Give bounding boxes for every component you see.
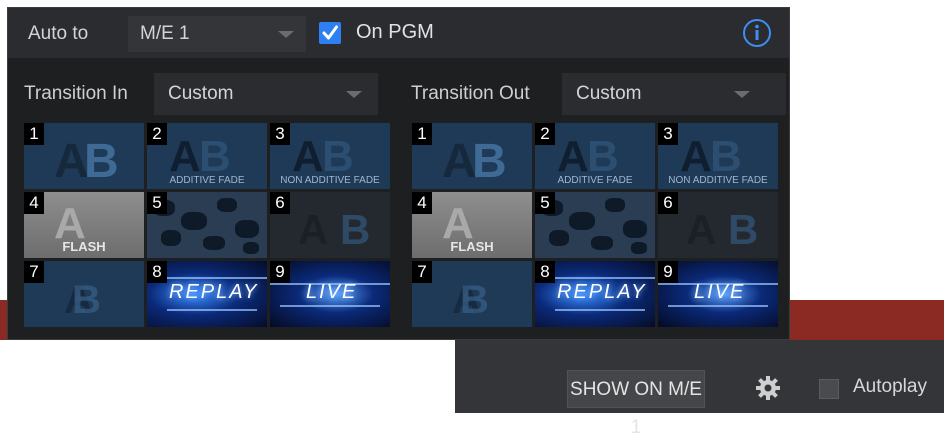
- transition-popup-panel: Auto to M/E 1 On PGM Transition In Custo…: [7, 7, 790, 340]
- tile-caption: REPLAY: [557, 281, 647, 303]
- transition-in-tile-2[interactable]: 2 A B ADDITIVE FADE: [147, 123, 267, 189]
- on-pgm-label: On PGM: [356, 21, 434, 43]
- chevron-down-icon: [346, 91, 362, 98]
- transition-out-tile-3[interactable]: 3 A B NON ADDITIVE FADE: [658, 123, 778, 189]
- svg-text:B: B: [587, 132, 619, 181]
- tile-number: 7: [24, 261, 44, 283]
- me-select-value: M/E 1: [140, 23, 190, 44]
- tile-caption: ADDITIVE FADE: [169, 175, 245, 186]
- transition-out-tile-7[interactable]: 7 A B: [412, 261, 532, 327]
- transition-in-value: Custom: [168, 83, 234, 104]
- tile-number: 3: [270, 123, 290, 145]
- transition-out-grid: 1 A B 2 A B ADDITIVE FADE 3 A B NON ADDI…: [412, 123, 778, 333]
- transition-out-tile-8[interactable]: 8 REPLAY: [535, 261, 655, 327]
- chevron-down-icon: [278, 31, 294, 38]
- transition-in-tile-3[interactable]: 3 A B NON ADDITIVE FADE: [270, 123, 390, 189]
- svg-text:A: A: [169, 132, 201, 181]
- svg-text:B: B: [472, 135, 507, 188]
- transition-out-tile-5[interactable]: 5: [535, 192, 655, 258]
- tile-number: 9: [270, 261, 290, 283]
- tile-number: 1: [24, 123, 44, 145]
- info-icon[interactable]: [742, 18, 772, 48]
- tile-caption: LIVE: [306, 281, 358, 303]
- tile-number: 5: [535, 192, 555, 214]
- tile-number: 5: [147, 192, 167, 214]
- svg-text:B: B: [322, 132, 354, 181]
- auto-to-label: Auto to: [28, 23, 89, 44]
- tile-number: 9: [658, 261, 678, 283]
- transition-out-tile-1[interactable]: 1 A B: [412, 123, 532, 189]
- transition-out-dropdown[interactable]: Custom: [562, 73, 786, 115]
- bottom-toolbar: SHOW ON M/E 1 Autoplay: [455, 340, 944, 438]
- transition-in-tile-4[interactable]: 4 A FLASH: [24, 192, 144, 258]
- tile-number: 6: [270, 192, 290, 214]
- autoplay-label: Autoplay: [853, 376, 927, 397]
- svg-text:B: B: [84, 135, 119, 188]
- tile-number: 1: [412, 123, 432, 145]
- tile-number: 8: [535, 261, 555, 283]
- transition-out-tile-2[interactable]: 2 A B ADDITIVE FADE: [535, 123, 655, 189]
- tile-number: 4: [24, 192, 44, 214]
- panel-header: Auto to M/E 1 On PGM: [8, 8, 789, 58]
- transition-in-tile-9[interactable]: 9 LIVE: [270, 261, 390, 327]
- transition-in-tile-1[interactable]: 1 A B: [24, 123, 144, 189]
- check-icon: [322, 25, 338, 40]
- chevron-down-icon: [734, 91, 750, 98]
- autoplay-checkbox[interactable]: [819, 379, 839, 399]
- svg-text:B: B: [460, 278, 489, 322]
- transition-in-tile-6[interactable]: 6 A B: [270, 192, 390, 258]
- svg-text:A: A: [557, 132, 589, 181]
- svg-text:A: A: [298, 206, 328, 253]
- transition-out-value: Custom: [576, 83, 642, 104]
- tile-number: 3: [658, 123, 678, 145]
- transition-out-tile-6[interactable]: 6 A B: [658, 192, 778, 258]
- transition-in-tile-8[interactable]: 8 REPLAY: [147, 261, 267, 327]
- tile-number: 2: [535, 123, 555, 145]
- tile-number: 8: [147, 261, 167, 283]
- svg-text:A: A: [292, 132, 324, 181]
- on-pgm-checkbox[interactable]: [319, 22, 341, 44]
- transition-out-tile-4[interactable]: 4 A FLASH: [412, 192, 532, 258]
- tile-caption: ADDITIVE FADE: [557, 175, 633, 186]
- tile-number: 7: [412, 261, 432, 283]
- transition-in-tile-7[interactable]: 7 A B: [24, 261, 144, 327]
- tile-caption: FLASH: [450, 239, 494, 254]
- gear-icon[interactable]: [755, 375, 781, 401]
- svg-text:A: A: [686, 206, 716, 253]
- svg-text:B: B: [199, 132, 231, 181]
- me-select-dropdown[interactable]: M/E 1: [128, 16, 306, 52]
- show-on-me1-button[interactable]: SHOW ON M/E 1: [567, 370, 705, 438]
- tile-caption: NON ADDITIVE FADE: [280, 175, 380, 186]
- tile-caption: REPLAY: [169, 281, 259, 303]
- tile-number: 4: [412, 192, 432, 214]
- transition-in-label: Transition In: [24, 83, 128, 104]
- transition-out-label: Transition Out: [411, 83, 530, 104]
- svg-text:B: B: [72, 278, 101, 322]
- transition-in-tile-5[interactable]: 5: [147, 192, 267, 258]
- tile-caption: FLASH: [62, 239, 106, 254]
- tile-caption: NON ADDITIVE FADE: [668, 175, 768, 186]
- svg-text:B: B: [340, 206, 370, 253]
- transition-in-dropdown[interactable]: Custom: [154, 73, 378, 115]
- tile-number: 6: [658, 192, 678, 214]
- transition-out-tile-9[interactable]: 9 LIVE: [658, 261, 778, 327]
- svg-text:B: B: [728, 206, 758, 253]
- svg-text:B: B: [710, 132, 742, 181]
- tile-caption: LIVE: [694, 281, 746, 303]
- svg-text:A: A: [680, 132, 712, 181]
- tile-number: 2: [147, 123, 167, 145]
- transition-in-grid: 1 A B 2 A B ADDITIVE FADE 3 A B NON ADDI…: [24, 123, 390, 333]
